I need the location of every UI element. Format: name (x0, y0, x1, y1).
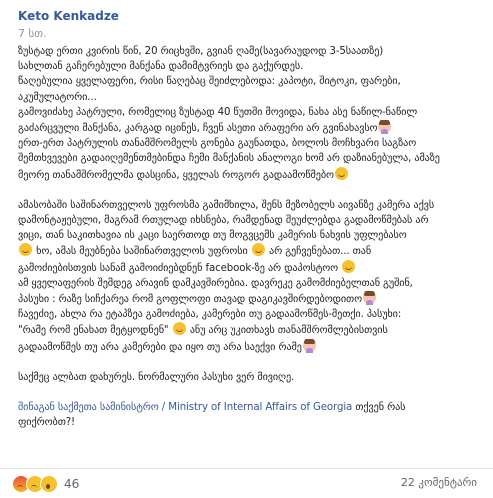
text-line-with-emoji: "რამე რომ ენახათ მეტყოდნენ" ანუ არც უკით… (18, 322, 480, 338)
text-line: ჩავეძიე, ახლა რა ეტაპზეა გამოძიება, კამე… (18, 309, 402, 321)
post-footer: 46 22 კომენტარი (0, 468, 493, 498)
text-segment: გამოძიებისთვის სანამ გამოიძიებდნენ faceb… (18, 262, 339, 274)
woman-facepalm-emoji (302, 338, 316, 353)
ministry-page-link[interactable]: შინაგან საქმეთა სამინისტრო / Ministry of… (18, 402, 352, 413)
text-segment: თქვენ რას (355, 402, 406, 414)
post-header: Keto Kenkadze 7 სთ. (18, 8, 119, 41)
text-line: ვიცი, თან საკითხავია ის კაცი საერთოდ თუ … (18, 230, 407, 242)
text-line: საქმეც ალბათ დახურეს. ნორმალური პასუხი ვ… (18, 371, 295, 383)
text-segment: პასუხი : რაზე სიჩქარეა რომ გოფლოფი თავად… (18, 294, 362, 306)
text-segment: ხო, ამას მეუბნება საშინართველოს უფროსი (36, 246, 248, 258)
text-segment: გადაამოწმეს თუ არა კამერები და იყო თუ არ… (18, 341, 302, 353)
woman-facepalm-emoji (378, 120, 392, 135)
wow-react-icon (40, 475, 58, 493)
comments-count-link[interactable]: 22 კომენტარი (401, 476, 477, 489)
smile-emoji (334, 166, 348, 180)
text-line: ფიქრობთ?! (18, 417, 76, 429)
reaction-count: 46 (64, 477, 80, 491)
post-timestamp[interactable]: 7 სთ. (18, 27, 119, 41)
author-name[interactable]: Keto Kenkadze (18, 8, 119, 24)
text-line: წაღებულია ყველაფერი, რისი წაღებაც შეიძლე… (18, 76, 401, 88)
text-segment: არ გეჩვენებათ... თან (269, 246, 372, 258)
text-line: გამოვიძახე პატრული, რომელიც ზუსტად 40 წუ… (18, 106, 418, 118)
post-body: ზუსტად ერთი კვირის წინ, 20 რიცხვში, გვია… (18, 44, 480, 445)
text-line-with-emoji: პასუხი : რაზე სიჩქარეა რომ გოფლოფი თავად… (18, 291, 480, 307)
text-line: ერთ-ერთ პატრულის თანამშრომელს გონება გაუ… (18, 138, 417, 150)
woman-facepalm-emoji (362, 291, 376, 306)
text-line: ამ ყველაფერის შემდეგ არავინ დამკავშირები… (18, 277, 413, 289)
text-line: შემთხვევები გადაიღემენთმებინდა ჩემი მანქ… (18, 153, 440, 165)
smile-emoji (251, 243, 265, 257)
paragraph-4: შინაგან საქმეთა სამინისტრო / Ministry of… (18, 400, 480, 430)
text-segment: "რამე რომ ენახათ მეტყოდნენ" (18, 325, 169, 337)
text-line: ზუსტად ერთი კვირის წინ, 20 რიცხვში, გვია… (18, 46, 384, 57)
text-line-with-emoji: გაძარცვული მანქანა, კარგად იცინეს, ჩვენ … (18, 120, 480, 136)
text-line-with-emoji: გადაამოწმეს თუ არა კამერები და იყო თუ არ… (18, 338, 480, 355)
paragraph-3: საქმეც ალბათ დახურეს. ნორმალური პასუხი ვ… (18, 370, 480, 385)
text-line: დამონტაჟებული, მაგრამ რთულად იხსნება, რა… (18, 215, 429, 227)
reactions-summary[interactable]: 46 (12, 475, 79, 493)
paragraph-1: ზუსტად ერთი კვირის წინ, 20 რიცხვში, გვია… (18, 44, 480, 183)
text-line-with-emoji: ხო, ამას მეუბნება საშინართველოს უფროსი ა… (18, 243, 480, 259)
smile-emoji (172, 322, 186, 336)
text-line-with-emoji: გამოძიებისთვის სანამ გამოიძიებდნენ faceb… (18, 259, 480, 276)
text-segment: გაძარცვული მანქანა, კარგად იცინეს, ჩვენ … (18, 123, 378, 135)
smile-emoji (342, 259, 356, 273)
smile-emoji (19, 243, 32, 257)
text-segment: მეორე თანამშრომელმა დასცინა, ყველას როგო… (18, 169, 334, 181)
facebook-post: Keto Kenkadze 7 სთ. ზუსტად ერთი კვირის წ… (0, 0, 493, 497)
text-line-with-link: შინაგან საქმეთა სამინისტრო / Ministry of… (18, 400, 480, 415)
text-line: სახლთან გაჩერებული მანქანა დამიმტვრიეს დ… (18, 61, 304, 73)
text-segment: ანუ არც უკითხავს თანამშრომლებისთვის (189, 325, 388, 337)
text-line-with-emoji: მეორე თანამშრომელმა დასცინა, ყველას როგო… (18, 166, 480, 183)
text-line: აკუმულატორი... (18, 91, 97, 103)
paragraph-2: ამასობაში საშინართველოს უფროსმა გამიმხილ… (18, 198, 480, 355)
text-line: ამასობაში საშინართველოს უფროსმა გამიმხილ… (18, 199, 435, 211)
